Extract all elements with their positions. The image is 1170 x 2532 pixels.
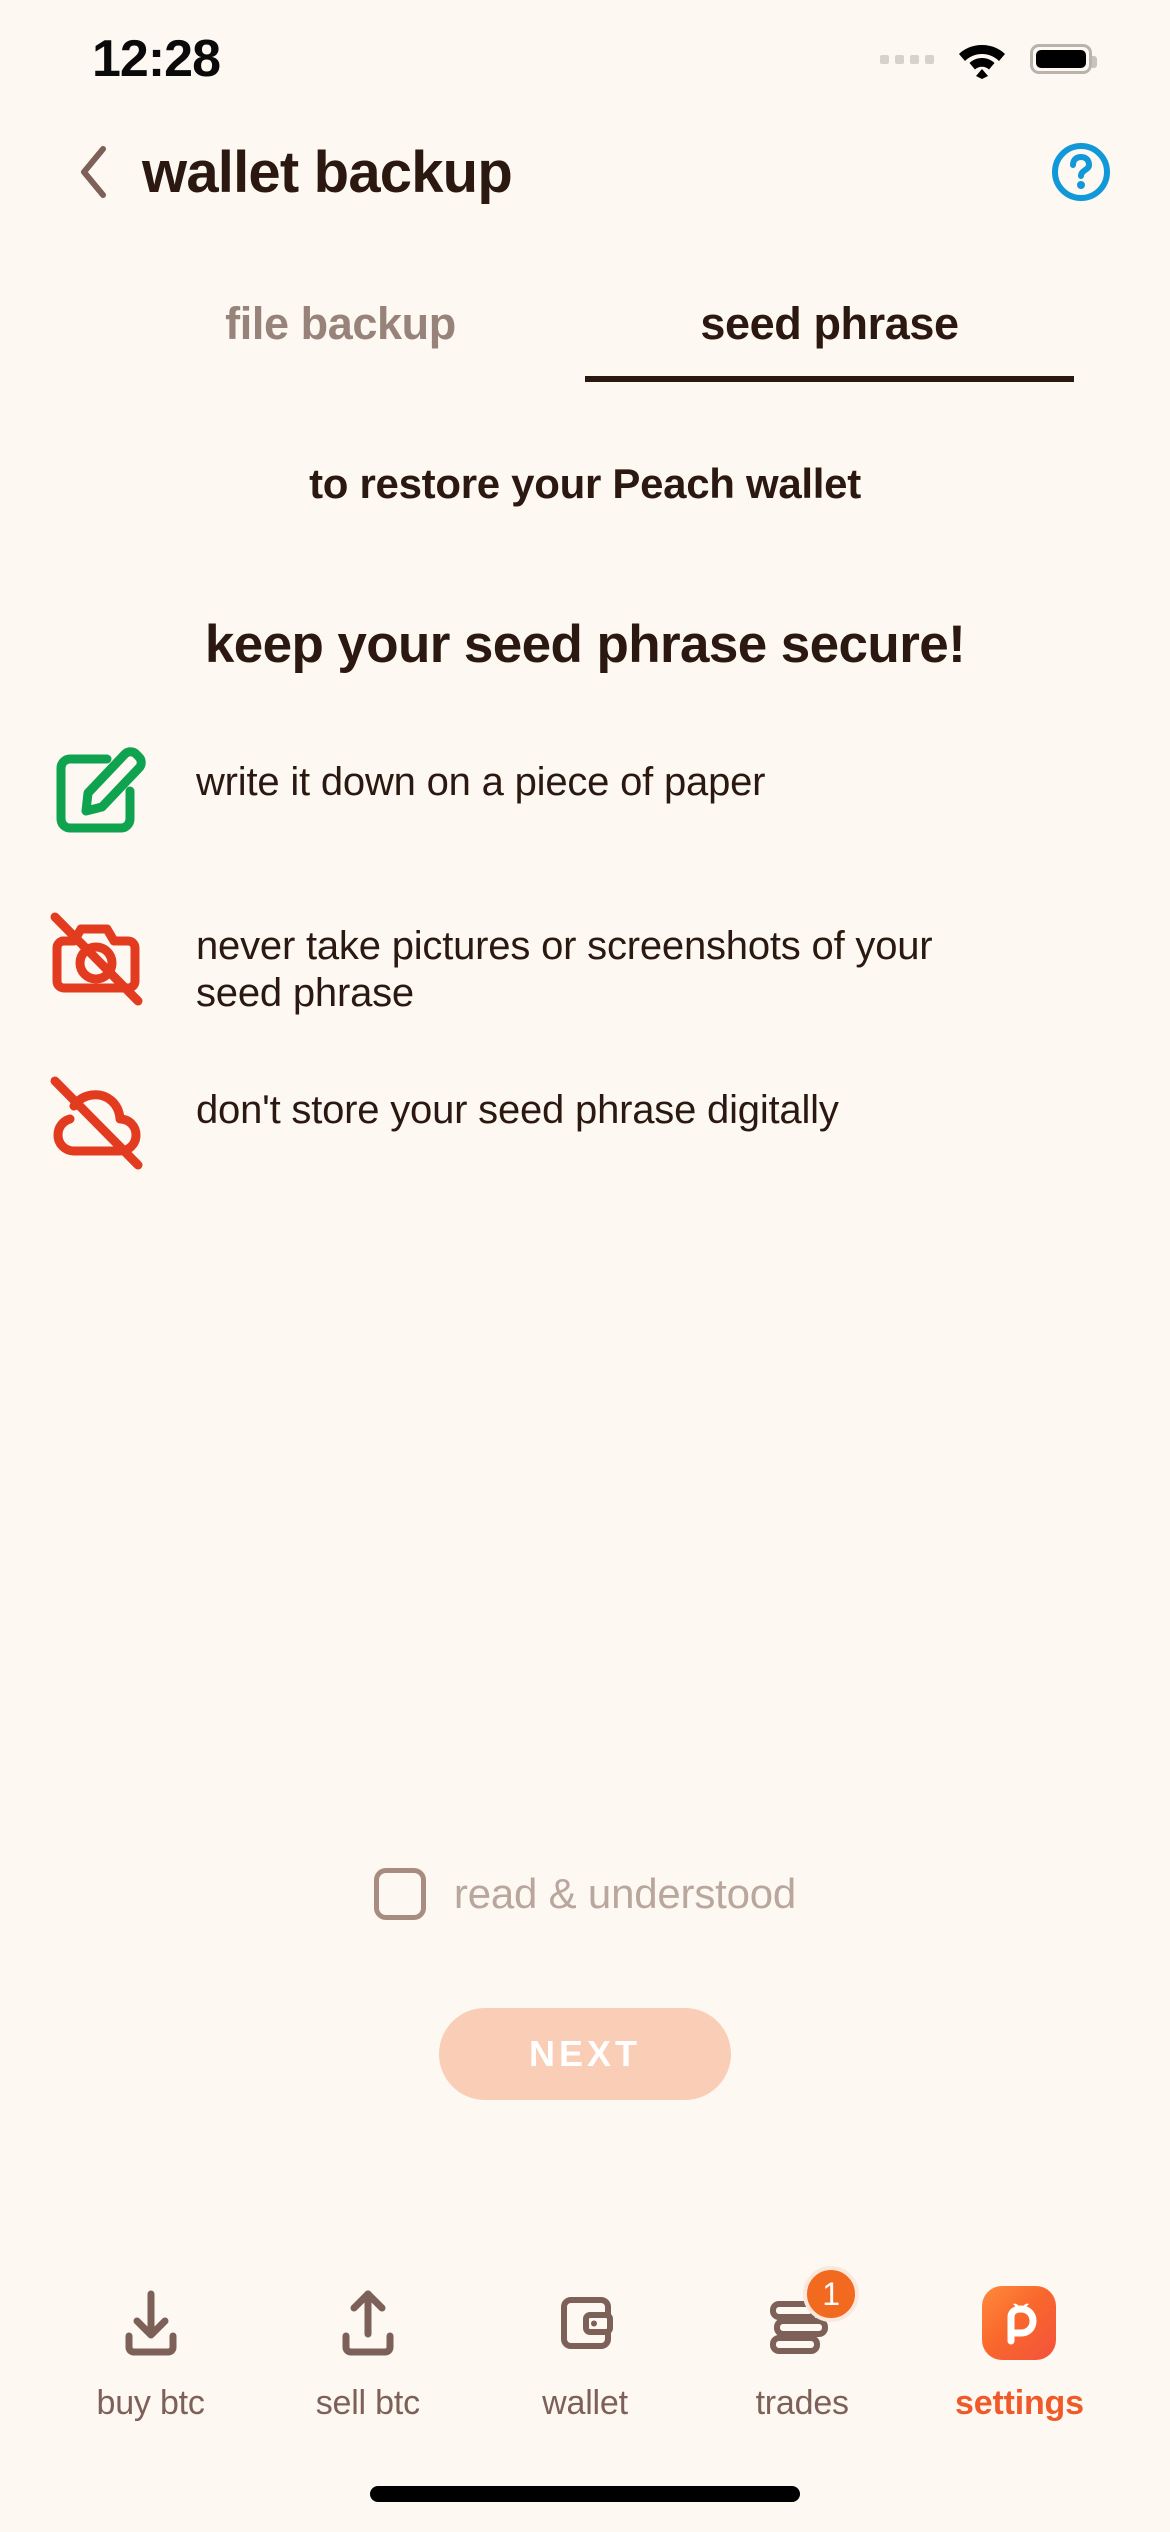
help-circle-icon <box>1052 143 1110 201</box>
signal-dots-icon <box>880 54 934 64</box>
status-bar: 12:28 <box>0 0 1170 118</box>
read-understood-checkbox[interactable] <box>373 1868 426 1920</box>
nav-item-buy-btc[interactable]: buy btc <box>42 2280 259 2423</box>
home-indicator-bar[interactable] <box>370 2486 800 2502</box>
list-item: don't store your seed phrase digitally <box>44 1065 1122 1185</box>
wallet-icon <box>542 2280 628 2366</box>
section-heading: keep your seed phrase secure! <box>204 615 966 674</box>
status-time: 12:28 <box>92 30 221 88</box>
page-title: wallet backup <box>142 139 513 205</box>
nav-label-buy-btc: buy btc <box>96 2384 205 2422</box>
next-button[interactable]: NEXT <box>439 2008 731 2100</box>
download-arrow-icon <box>108 2280 194 2366</box>
wifi-icon <box>959 45 1005 79</box>
tab-file-backup-label: file backup <box>225 298 456 349</box>
nav-item-wallet[interactable]: wallet <box>476 2280 693 2423</box>
upload-arrow-icon <box>325 2280 411 2366</box>
app-screen: 12:28 wallet backup file backup seed phr… <box>0 0 1170 2532</box>
list-item: write it down on a piece of paper <box>44 737 1122 857</box>
read-understood-label: read & understood <box>453 1870 797 1917</box>
trades-badge-count: 1 <box>822 2276 841 2312</box>
read-understood-checkbox-row[interactable]: read & understood <box>0 1868 1170 1920</box>
next-button-container: NEXT <box>0 2008 1170 2100</box>
peach-logo-icon <box>976 2280 1062 2366</box>
tab-seed-phrase-label: seed phrase <box>700 298 959 349</box>
nav-item-sell-btc[interactable]: sell btc <box>259 2280 476 2423</box>
bottom-navigation: buy btc sell btc wallet 1 trades setting… <box>0 2224 1170 2456</box>
home-indicator-area <box>0 2456 1170 2532</box>
status-indicators <box>880 39 1097 79</box>
page-header: wallet backup <box>0 118 1170 226</box>
bottom-spacer <box>0 2100 1170 2224</box>
back-button[interactable] <box>78 141 132 203</box>
camera-off-icon <box>44 905 148 1009</box>
battery-full-icon <box>1030 44 1097 74</box>
list-item-text: don't store your seed phrase digitally <box>196 1088 839 1132</box>
edit-square-icon <box>44 741 148 845</box>
nav-label-settings: settings <box>955 2384 1084 2422</box>
nav-item-trades[interactable]: 1 trades <box>694 2266 911 2423</box>
next-button-label: NEXT <box>528 2033 641 2074</box>
list-item-text: write it down on a piece of paper <box>196 760 766 804</box>
help-button[interactable] <box>1050 141 1112 203</box>
nav-item-settings[interactable]: settings <box>911 2280 1128 2423</box>
security-tips-list: write it down on a piece of paper never … <box>0 737 1170 1229</box>
tab-file-backup[interactable]: file backup <box>96 298 585 382</box>
list-item-text: never take pictures or screenshots of yo… <box>196 924 933 1016</box>
subtitle: to restore your Peach wallet <box>309 460 861 507</box>
stacked-bars-icon: 1 <box>759 2266 860 2366</box>
nav-label-sell-btc: sell btc <box>315 2384 420 2422</box>
chevron-left-icon <box>81 146 106 198</box>
tab-bar: file backup seed phrase <box>0 298 1170 382</box>
nav-label-wallet: wallet <box>542 2384 628 2422</box>
nav-label-trades: trades <box>755 2384 849 2422</box>
tab-seed-phrase[interactable]: seed phrase <box>585 298 1074 382</box>
trades-badge: 1 <box>803 2266 860 2322</box>
cloud-off-icon <box>44 1069 148 1173</box>
list-item: never take pictures or screenshots of yo… <box>44 901 1122 1021</box>
